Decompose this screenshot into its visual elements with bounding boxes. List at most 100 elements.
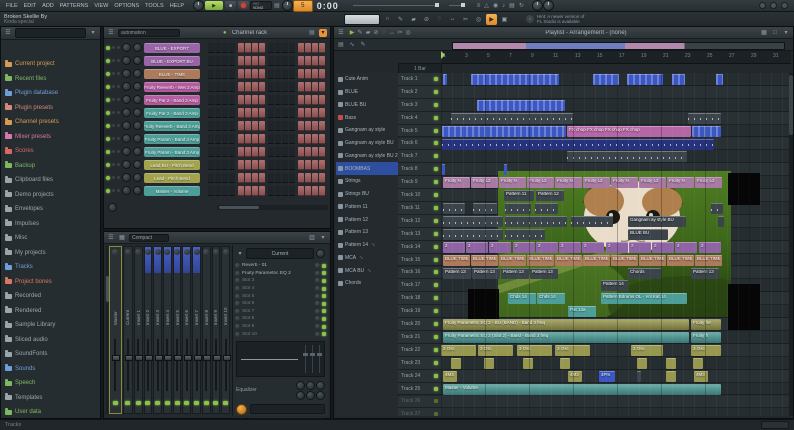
clip-gray[interactable] <box>567 151 687 162</box>
step-cell[interactable] <box>252 95 258 105</box>
clip-blue-time[interactable]: BLUE TIME <box>499 255 526 266</box>
minimize-button[interactable] <box>759 2 766 9</box>
channel-pan-knob[interactable] <box>122 147 131 156</box>
track-enable-led[interactable] <box>434 193 438 197</box>
track-header-4[interactable]: Track 4 <box>398 112 441 125</box>
clip-3-osc[interactable]: 3 Osc <box>517 345 552 356</box>
playlist-maximize-icon[interactable]: □ <box>771 29 779 37</box>
step-cell[interactable] <box>245 160 251 170</box>
channel-solo-dot[interactable] <box>117 85 120 88</box>
step-cell[interactable] <box>282 95 288 105</box>
playback-icon[interactable]: ▶ <box>486 14 497 25</box>
menu-help[interactable]: HELP <box>167 2 187 10</box>
clip-pattern-13[interactable]: Pattern 13 <box>501 268 529 279</box>
step-cell[interactable] <box>222 160 228 170</box>
strip-mute-led[interactable] <box>113 401 118 405</box>
step-cell[interactable] <box>252 147 258 157</box>
clip-fx-chop-fx-chop-fx-chop-fx-chop[interactable]: FX chop FX chop FX chop FX chop <box>567 126 691 137</box>
step-cell[interactable] <box>298 134 304 144</box>
hint-panel[interactable]: ↓ Hint: A newer version of FL Studio is … <box>526 14 584 24</box>
nudge-knob[interactable] <box>282 0 293 11</box>
step-cell[interactable] <box>215 56 221 66</box>
step-cell[interactable] <box>289 108 295 118</box>
step-cell[interactable] <box>275 69 281 79</box>
step-cell[interactable] <box>208 69 214 79</box>
step-cell[interactable] <box>298 160 304 170</box>
step-cell[interactable] <box>252 69 258 79</box>
track-enable-led[interactable] <box>434 103 438 107</box>
step-cell[interactable] <box>289 173 295 183</box>
browser-item-tracks[interactable]: Tracks <box>1 260 100 275</box>
step-cell[interactable] <box>268 108 274 118</box>
meter-slider-2[interactable] <box>312 345 313 373</box>
step-cell[interactable] <box>319 56 325 66</box>
step-cell[interactable] <box>319 69 325 79</box>
clip-olive[interactable] <box>560 358 570 369</box>
track-enable-led[interactable] <box>434 206 438 210</box>
clip-pattern-14[interactable]: Pattern 14 <box>601 280 628 291</box>
strip-pan-knob[interactable] <box>135 249 141 255</box>
browser-item-templates[interactable]: Templates <box>1 391 100 406</box>
clip-gray[interactable] <box>535 203 558 214</box>
channel-pan-knob[interactable] <box>122 69 131 78</box>
mixer-track-name-field[interactable]: Current <box>246 248 314 259</box>
step-cell[interactable] <box>268 134 274 144</box>
track-enable-led[interactable] <box>434 90 438 94</box>
strip-fader-handle[interactable] <box>223 355 231 361</box>
step-cell[interactable] <box>238 186 244 196</box>
strip-pan-knob[interactable] <box>155 249 161 255</box>
clip-2[interactable]: 2 <box>559 242 581 253</box>
step-cell[interactable] <box>252 108 258 118</box>
step-cell[interactable] <box>289 147 295 157</box>
step-cell[interactable] <box>238 108 244 118</box>
step-cell[interactable] <box>275 56 281 66</box>
step-cell[interactable] <box>252 134 258 144</box>
channel-name-button[interactable]: Master - Volume <box>144 186 200 196</box>
clip-fruity-fr[interactable]: Fruity fr <box>691 332 721 343</box>
step-cell[interactable] <box>298 69 304 79</box>
channel-mute-dot[interactable] <box>112 189 115 192</box>
channel-enable-led[interactable] <box>106 189 110 193</box>
fx-slot-knob[interactable] <box>235 309 240 314</box>
channel-volume-knob[interactable] <box>133 134 142 143</box>
strip-mute-led[interactable] <box>125 401 130 405</box>
clip-blue[interactable] <box>627 74 663 85</box>
step-cell[interactable] <box>268 95 274 105</box>
step-cell[interactable] <box>289 186 295 196</box>
channel-solo-dot[interactable] <box>117 46 120 49</box>
clip-fruity-n[interactable]: Fruity N <box>499 177 526 188</box>
step-cell[interactable] <box>229 69 235 79</box>
fx-slot-4[interactable]: Slot 4 <box>235 285 326 293</box>
channel-enable-led[interactable] <box>106 150 110 154</box>
step-cell[interactable] <box>208 173 214 183</box>
step-cell[interactable] <box>238 69 244 79</box>
step-cell[interactable] <box>215 69 221 79</box>
step-cell[interactable] <box>215 134 221 144</box>
clip-olive[interactable] <box>637 358 647 369</box>
step-cell[interactable] <box>238 160 244 170</box>
fx-slot-knob[interactable] <box>235 316 240 321</box>
step-cell[interactable] <box>268 147 274 157</box>
fx-slot-mix-knob[interactable] <box>315 301 320 306</box>
track-enable-led[interactable] <box>434 412 438 416</box>
strip-pan-knob[interactable] <box>184 249 190 255</box>
fx-slot-knob[interactable] <box>235 263 240 268</box>
clip-blue[interactable] <box>442 164 445 175</box>
step-cell[interactable] <box>259 147 265 157</box>
fx-menu-icon[interactable]: ▾ <box>236 250 244 258</box>
strip-fader-handle[interactable] <box>112 355 120 361</box>
strip-fader-handle[interactable] <box>174 355 182 361</box>
clip-pat-13a[interactable]: Pat 13a <box>568 306 596 317</box>
clip-chords[interactable]: Chords <box>628 268 661 279</box>
step-cell[interactable] <box>268 69 274 79</box>
channel-volume-knob[interactable] <box>133 108 142 117</box>
strip-mute-led[interactable] <box>136 401 141 405</box>
channel-volume-knob[interactable] <box>133 95 142 104</box>
slip-icon[interactable]: ↔ <box>447 14 458 25</box>
channel-pan-knob[interactable] <box>122 43 131 52</box>
channel-name-button[interactable]: Fruity Reeverb - Wet 3 Amp <box>144 82 200 92</box>
track-enable-led[interactable] <box>434 399 438 403</box>
track-enable-led[interactable] <box>434 258 438 262</box>
strip-pan-knob[interactable] <box>174 249 180 255</box>
step-cell[interactable] <box>229 108 235 118</box>
